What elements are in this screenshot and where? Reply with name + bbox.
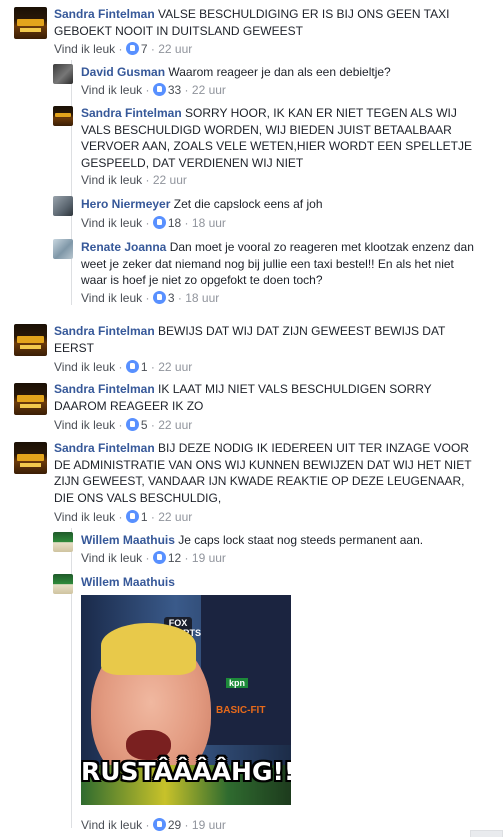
like-count[interactable]: 3	[168, 291, 175, 305]
like-count[interactable]: 5	[141, 418, 148, 432]
comment-text: Je caps lock staat nog steeds permanent …	[178, 533, 424, 547]
comment-body: Sandra Fintelman VALSE BESCHULDIGING ER …	[54, 6, 484, 39]
timestamp[interactable]: 18 uur	[185, 291, 219, 305]
comment-actions: Vind ik leuk · 1 · 22 uur	[54, 360, 193, 374]
comment-body: Sandra Fintelman BEWIJS DAT WIJ DAT ZIJN…	[54, 323, 484, 356]
comment-author[interactable]: David Gusman	[81, 65, 165, 79]
timestamp[interactable]: 19 uur	[192, 551, 226, 565]
like-link[interactable]: Vind ik leuk	[54, 360, 115, 374]
timestamp[interactable]: 22 uur	[158, 418, 192, 432]
comment-body: Hero Niermeyer Zet die capslock eens af …	[81, 196, 481, 213]
avatar[interactable]	[14, 383, 47, 415]
timestamp[interactable]: 22 uur	[158, 42, 192, 56]
comment-author[interactable]: Sandra Fintelman	[54, 382, 155, 396]
like-count[interactable]: 1	[141, 360, 148, 374]
like-count[interactable]: 1	[141, 510, 148, 524]
comment-actions: Vind ik leuk · 5 · 22 uur	[54, 418, 193, 432]
comment-body: Sandra Fintelman IK LAAT MIJ NIET VALS B…	[54, 381, 454, 414]
comment-text: Zet die capslock eens af joh	[173, 197, 323, 211]
like-link[interactable]: Vind ik leuk	[81, 173, 142, 187]
like-icon	[125, 418, 139, 431]
avatar[interactable]	[53, 106, 73, 126]
comment-body: Sandra Fintelman SORRY HOOR, IK KAN ER N…	[81, 105, 486, 171]
comment-author[interactable]: Renate Joanna	[81, 240, 166, 254]
chat-tab-corner[interactable]	[470, 830, 503, 837]
comment-author[interactable]: Sandra Fintelman	[54, 7, 155, 21]
comment-actions: Vind ik leuk · 22 uur	[81, 173, 187, 187]
like-icon	[152, 83, 166, 96]
avatar[interactable]	[53, 239, 73, 259]
comment-author[interactable]: Hero Niermeyer	[81, 197, 170, 211]
like-count[interactable]: 12	[168, 551, 181, 565]
comment-actions: Vind ik leuk · 1 · 22 uur	[54, 510, 193, 524]
comment-body: Renate Joanna Dan moet je vooral zo reag…	[81, 239, 481, 289]
like-icon	[152, 551, 166, 564]
like-count[interactable]: 33	[168, 83, 181, 97]
avatar[interactable]	[53, 532, 73, 552]
comment-body: Willem Maathuis	[81, 574, 481, 591]
like-icon	[125, 360, 139, 373]
comment-author[interactable]: Willem Maathuis	[81, 575, 175, 589]
like-link[interactable]: Vind ik leuk	[81, 216, 142, 230]
comment-image[interactable]: FOX SPORTS kpn BASIC-FIT RUSTÂÂÂÂHG!!	[81, 595, 291, 805]
avatar[interactable]	[53, 196, 73, 216]
comment-author[interactable]: Sandra Fintelman	[54, 324, 155, 338]
timestamp[interactable]: 19 uur	[192, 818, 226, 832]
timestamp[interactable]: 22 uur	[158, 360, 192, 374]
comment-body: David Gusman Waarom reageer je dan als e…	[81, 64, 481, 81]
like-count[interactable]: 29	[168, 818, 181, 832]
timestamp[interactable]: 22 uur	[153, 173, 187, 187]
comment-actions: Vind ik leuk · 3 · 18 uur	[81, 291, 220, 305]
avatar[interactable]	[53, 574, 73, 594]
like-count[interactable]: 7	[141, 42, 148, 56]
avatar[interactable]	[14, 442, 47, 474]
avatar[interactable]	[14, 7, 47, 39]
image-caption: RUSTÂÂÂÂHG!!	[81, 757, 291, 786]
comment-actions: Vind ik leuk · 7 · 22 uur	[54, 42, 193, 56]
timestamp[interactable]: 18 uur	[192, 216, 226, 230]
like-icon	[152, 818, 166, 831]
like-link[interactable]: Vind ik leuk	[81, 551, 142, 565]
comment-text: Waarom reageer je dan als een debieltje?	[168, 65, 391, 79]
like-link[interactable]: Vind ik leuk	[54, 510, 115, 524]
comment-actions: Vind ik leuk · 29 · 19 uur	[81, 818, 226, 832]
avatar[interactable]	[14, 324, 47, 356]
basic-fit-logo: BASIC-FIT	[216, 705, 266, 716]
thread-line	[71, 60, 72, 305]
comment-actions: Vind ik leuk · 12 · 19 uur	[81, 551, 226, 565]
like-count[interactable]: 18	[168, 216, 181, 230]
like-icon	[125, 510, 139, 523]
comment-actions: Vind ik leuk · 33 · 22 uur	[81, 83, 226, 97]
like-link[interactable]: Vind ik leuk	[54, 418, 115, 432]
comment-author[interactable]: Sandra Fintelman	[54, 441, 155, 455]
like-link[interactable]: Vind ik leuk	[81, 291, 142, 305]
comment-actions: Vind ik leuk · 18 · 18 uur	[81, 216, 226, 230]
kpn-logo: kpn	[226, 678, 249, 688]
thread-line	[71, 528, 72, 828]
timestamp[interactable]: 22 uur	[158, 510, 192, 524]
comment-body: Willem Maathuis Je caps lock staat nog s…	[81, 532, 481, 549]
like-icon	[152, 291, 166, 304]
avatar[interactable]	[53, 64, 73, 84]
comment-body: Sandra Fintelman BIJ DEZE NODIG IK IEDER…	[54, 440, 486, 506]
like-icon	[152, 216, 166, 229]
comment-author[interactable]: Willem Maathuis	[81, 533, 175, 547]
timestamp[interactable]: 22 uur	[192, 83, 226, 97]
like-link[interactable]: Vind ik leuk	[81, 83, 142, 97]
like-link[interactable]: Vind ik leuk	[81, 818, 142, 832]
like-link[interactable]: Vind ik leuk	[54, 42, 115, 56]
like-icon	[125, 42, 139, 55]
comment-author[interactable]: Sandra Fintelman	[81, 106, 182, 120]
